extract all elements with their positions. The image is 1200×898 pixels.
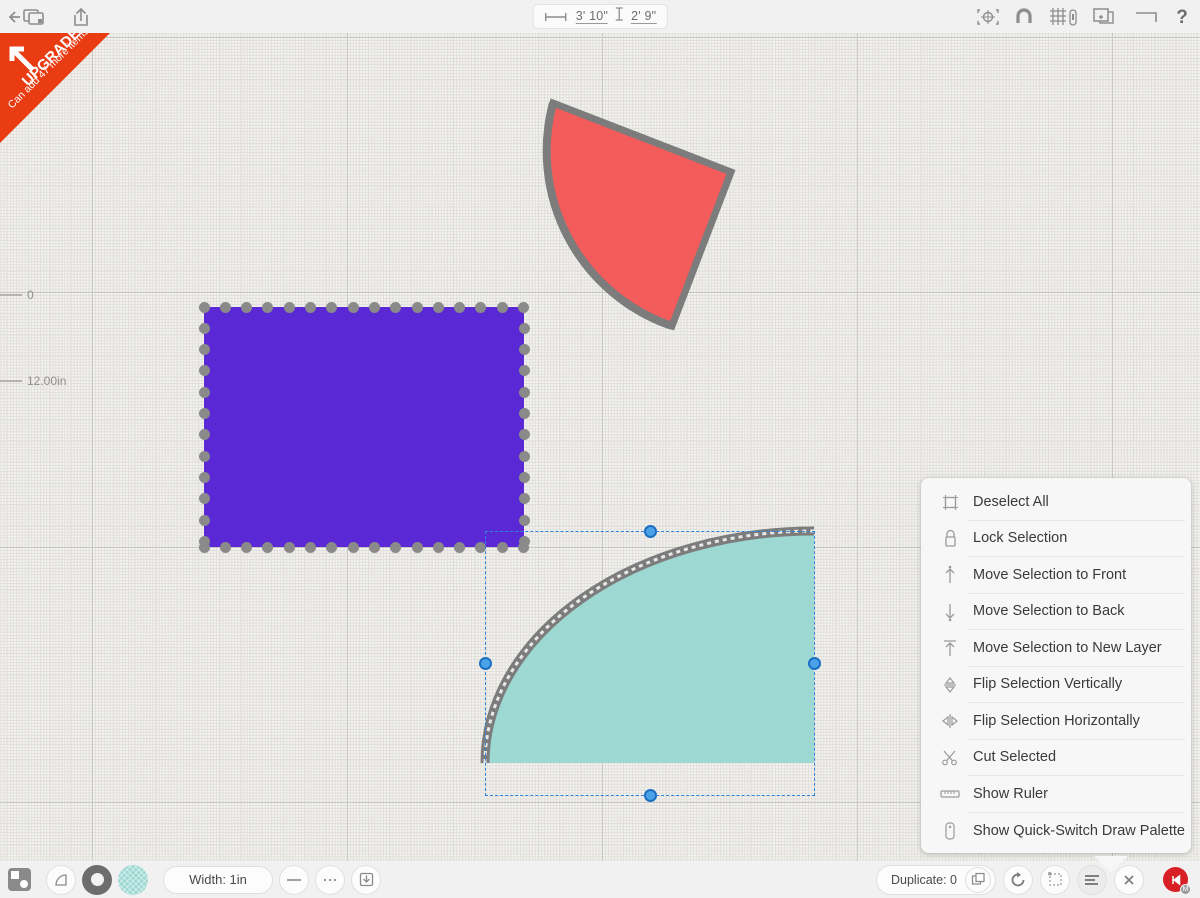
menu-item-label: Show Quick-Switch Draw Palette bbox=[967, 823, 1185, 839]
selection-handle-left-center[interactable] bbox=[479, 657, 492, 670]
quarter-circle-shape-icon[interactable] bbox=[46, 865, 76, 895]
menu-item-label: Move Selection to New Layer bbox=[967, 630, 1185, 667]
share-icon[interactable] bbox=[70, 6, 92, 28]
flip-horizontal-icon bbox=[933, 712, 967, 730]
menu-item-label: Deselect All bbox=[967, 484, 1185, 521]
width-control[interactable]: Width: 1in bbox=[163, 866, 273, 894]
width-label: Width: 1in bbox=[189, 872, 247, 887]
back-arrow-icon[interactable] bbox=[8, 6, 54, 28]
menu-item-deselect-all[interactable]: Deselect All bbox=[921, 484, 1191, 521]
stroke-color-swatch[interactable] bbox=[82, 865, 112, 895]
arrow-up-layer-icon bbox=[933, 638, 967, 658]
top-toolbar-right: ? bbox=[976, 0, 1190, 33]
magnet-snap-icon[interactable] bbox=[1014, 7, 1034, 27]
selection-handle-bottom-center[interactable] bbox=[644, 789, 657, 802]
dash-style-icon[interactable] bbox=[279, 865, 309, 895]
rotate-button[interactable] bbox=[1003, 865, 1033, 895]
ruler-icon bbox=[933, 788, 967, 800]
precision-target-icon[interactable] bbox=[976, 7, 1000, 27]
top-toolbar: 3' 10" 2' 9" bbox=[0, 0, 1200, 33]
menu-item-show-ruler[interactable]: Show Ruler bbox=[921, 776, 1191, 813]
menu-item-show-quick-switch-palette[interactable]: Show Quick-Switch Draw Palette bbox=[921, 813, 1191, 850]
context-menu-pointer bbox=[1094, 856, 1128, 872]
transform-box-button[interactable] bbox=[1040, 865, 1070, 895]
arrow-up-front-icon bbox=[933, 565, 967, 585]
svg-text:?: ? bbox=[1176, 7, 1188, 28]
menu-item-cut-selected[interactable]: Cut Selected bbox=[921, 740, 1191, 777]
menu-item-lock-selection[interactable]: Lock Selection bbox=[921, 521, 1191, 558]
grid-ruler-icon[interactable] bbox=[1048, 7, 1078, 27]
duplicate-control[interactable]: Duplicate: 0 bbox=[876, 865, 996, 895]
selection-context-menu[interactable]: Deselect All Lock Selection Move Selecti… bbox=[921, 478, 1191, 853]
lock-icon bbox=[933, 529, 967, 548]
menu-item-label: Flip Selection Vertically bbox=[967, 667, 1185, 704]
selection-handle-top-center[interactable] bbox=[644, 525, 657, 538]
flip-vertical-icon bbox=[933, 676, 967, 694]
add-layer-icon[interactable] bbox=[1092, 7, 1120, 27]
help-icon[interactable]: ? bbox=[1174, 6, 1190, 28]
palette-icon bbox=[933, 821, 967, 841]
corner-measure-icon[interactable] bbox=[1134, 7, 1160, 27]
horizontal-measure-icon bbox=[544, 11, 570, 23]
menu-item-label: Cut Selected bbox=[967, 740, 1185, 777]
menu-item-flip-horizontally[interactable]: Flip Selection Horizontally bbox=[921, 703, 1191, 740]
menu-item-label: Show Ruler bbox=[967, 776, 1185, 813]
menu-item-label: Lock Selection bbox=[967, 521, 1185, 558]
badge-sub-indicator: M bbox=[1180, 884, 1191, 895]
vertical-measure-icon bbox=[614, 6, 625, 27]
save-to-library-icon[interactable] bbox=[351, 865, 381, 895]
top-toolbar-left bbox=[0, 6, 92, 28]
selection-bounding-box[interactable] bbox=[485, 531, 815, 796]
menu-item-flip-vertically[interactable]: Flip Selection Vertically bbox=[921, 667, 1191, 704]
dimension-height-value[interactable]: 2' 9" bbox=[631, 9, 656, 24]
selection-handle-right-center[interactable] bbox=[808, 657, 821, 670]
layers-button[interactable] bbox=[8, 868, 31, 891]
more-options-icon[interactable] bbox=[315, 865, 345, 895]
dimension-readout[interactable]: 3' 10" 2' 9" bbox=[533, 4, 668, 29]
arrow-down-back-icon bbox=[933, 602, 967, 622]
dimension-width-value[interactable]: 3' 10" bbox=[576, 9, 608, 24]
deselect-all-icon bbox=[933, 494, 967, 511]
scissors-icon bbox=[933, 749, 967, 767]
drawing-tool-group: Width: 1in bbox=[46, 865, 381, 895]
menu-item-move-to-front[interactable]: Move Selection to Front bbox=[921, 557, 1191, 594]
bottom-toolbar: Width: 1in Duplicate: 0 bbox=[0, 861, 1200, 898]
duplicate-label: Duplicate: 0 bbox=[891, 873, 957, 887]
fill-color-swatch[interactable] bbox=[118, 865, 148, 895]
menu-item-move-to-new-layer[interactable]: Move Selection to New Layer bbox=[921, 630, 1191, 667]
menu-item-label: Flip Selection Horizontally bbox=[967, 703, 1185, 740]
menu-item-label: Move Selection to Back bbox=[967, 594, 1185, 631]
duplicate-icon[interactable] bbox=[965, 867, 991, 893]
app-root: 0 12.00in bbox=[0, 0, 1200, 898]
menu-item-label: Move Selection to Front bbox=[967, 557, 1185, 594]
menu-item-move-to-back[interactable]: Move Selection to Back bbox=[921, 594, 1191, 631]
